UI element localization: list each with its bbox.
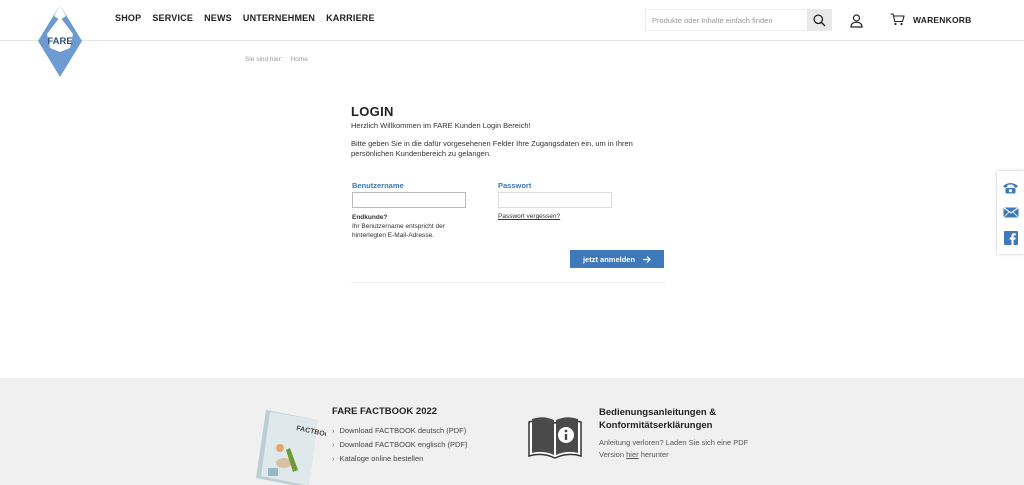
- manuals-title-line2: Konformitätserklärungen: [599, 420, 713, 431]
- search-box: [645, 9, 832, 31]
- cart-button[interactable]: WARENKORB: [890, 13, 971, 26]
- manuals-text-before: Anleitung verloren? Laden Sie sich eine …: [599, 438, 749, 459]
- site-footer: FACTBOOK FARE FACTBOOK 2022 Download FAC…: [0, 378, 1024, 485]
- nav-unternehmen[interactable]: UNTERNEHMEN: [243, 13, 315, 23]
- factbook-links: Download FACTBOOK deutsch (PDF) Download…: [332, 424, 468, 466]
- facebook-button[interactable]: [1002, 230, 1020, 246]
- factbook-cover-image[interactable]: FACTBOOK: [256, 408, 326, 485]
- manuals-title: Bedienungsanleitungen & Konformitätserkl…: [599, 406, 716, 432]
- search-icon: [813, 13, 826, 26]
- manuals-text-after: herunter: [638, 450, 669, 459]
- password-field[interactable]: [498, 192, 612, 208]
- factbook-title: FARE FACTBOOK 2022: [332, 406, 438, 417]
- manuals-title-line1: Bedienungsanleitungen &: [599, 407, 717, 418]
- mail-icon: [1002, 207, 1019, 218]
- arrow-right-icon: [643, 255, 651, 263]
- login-submit-button[interactable]: jetzt anmelden: [570, 250, 664, 268]
- phone-button[interactable]: [1002, 180, 1020, 196]
- logo-text: FARE: [47, 36, 72, 47]
- instruction-text: Bitte geben Sie in die dafür vorgesehene…: [351, 139, 633, 158]
- endkunde-text: Ihr Benutzername entspricht der hinterle…: [352, 223, 445, 239]
- page: SHOP SERVICE NEWS UNTERNEHMEN KARRIERE P…: [0, 0, 1024, 485]
- user-icon: [849, 13, 863, 28]
- welcome-text: Herzlich Willkommen im FARE Kunden Login…: [351, 121, 531, 130]
- endkunde-hint: Endkunde? Ihr Benutzername entspricht de…: [352, 213, 467, 240]
- manual-book-icon: [528, 417, 582, 459]
- username-label: Benutzername: [352, 181, 404, 190]
- facebook-icon: [1003, 230, 1018, 245]
- forgot-password-link[interactable]: Passwort vergessen?: [498, 213, 560, 220]
- site-header: SHOP SERVICE NEWS UNTERNEHMEN KARRIERE P…: [0, 0, 1024, 41]
- download-factbook-en-link[interactable]: Download FACTBOOK englisch (PDF): [332, 438, 468, 452]
- mail-button[interactable]: [1002, 205, 1020, 221]
- breadcrumb-prefix: Sie sind hier:: [245, 56, 283, 63]
- cart-label: WARENKORB: [913, 14, 972, 25]
- order-catalogs-link[interactable]: Kataloge online bestellen: [332, 452, 467, 466]
- login-divider: [351, 282, 666, 283]
- nav-karriere[interactable]: KARRIERE: [326, 13, 375, 23]
- nav-news[interactable]: NEWS: [204, 13, 232, 23]
- nav-service[interactable]: SERVICE: [152, 13, 193, 23]
- search-button[interactable]: [807, 9, 832, 31]
- page-title: LOGIN: [351, 104, 394, 119]
- contact-sidebar: [997, 171, 1024, 254]
- submit-label: jetzt anmelden: [582, 254, 636, 264]
- download-factbook-de-link[interactable]: Download FACTBOOK deutsch (PDF): [332, 424, 467, 438]
- endkunde-title: Endkunde?: [352, 214, 388, 221]
- breadcrumb: Sie sind hier: Home: [245, 56, 308, 63]
- cart-icon: [890, 13, 905, 26]
- password-label: Passwort: [498, 181, 532, 190]
- nav-shop[interactable]: SHOP: [115, 13, 141, 23]
- main-nav: SHOP SERVICE NEWS UNTERNEHMEN KARRIERE: [115, 13, 375, 23]
- manuals-text: Anleitung verloren? Laden Sie sich eine …: [599, 437, 769, 461]
- phone-icon: [1003, 183, 1018, 194]
- fare-logo[interactable]: FARE: [36, 4, 84, 78]
- username-field[interactable]: [352, 192, 466, 208]
- breadcrumb-home[interactable]: Home: [291, 56, 308, 63]
- search-input[interactable]: [645, 9, 807, 31]
- manuals-download-link[interactable]: hier: [626, 450, 639, 459]
- account-button[interactable]: [848, 12, 864, 29]
- login-section: LOGIN Herzlich Willkommen im FARE Kunden…: [351, 104, 666, 159]
